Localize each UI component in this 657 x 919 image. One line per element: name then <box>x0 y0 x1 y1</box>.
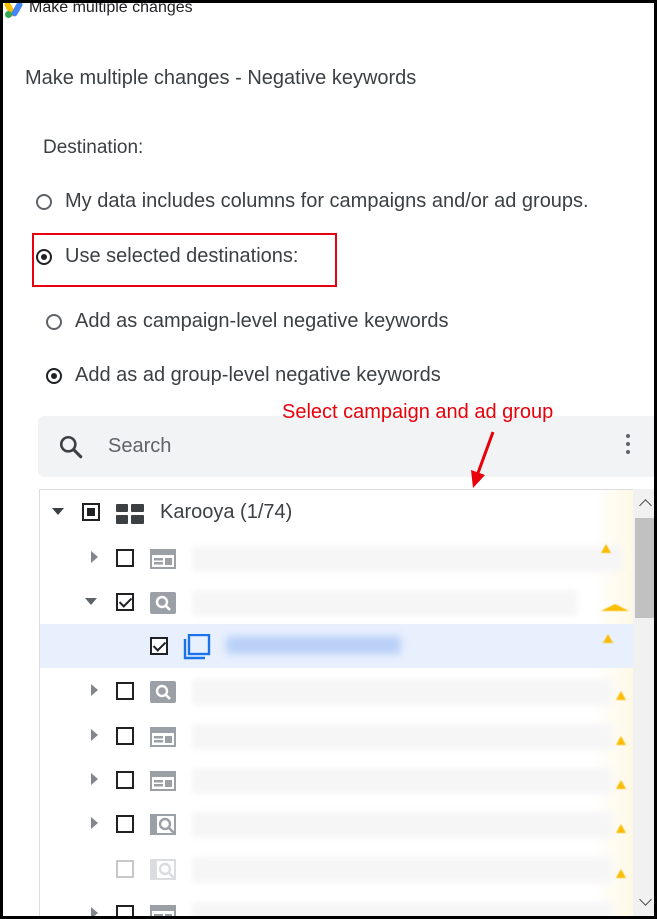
more-vert-icon[interactable] <box>626 434 630 458</box>
tree-checkbox[interactable] <box>116 682 134 700</box>
blurred-campaign-name <box>192 812 612 838</box>
expand-caret-icon[interactable] <box>91 684 98 696</box>
account-icon <box>116 504 144 524</box>
radio-campaign-level-option[interactable]: Add as campaign-level negative keywords <box>46 310 449 333</box>
scroll-down-icon[interactable] <box>639 893 652 906</box>
radio-button-checked[interactable] <box>46 367 62 384</box>
radio-label: Add as campaign-level negative keywords <box>75 310 449 332</box>
tree-row[interactable] <box>40 802 634 846</box>
blurred-campaign-name <box>192 902 612 916</box>
campaign-tree: Karooya (1/74) <box>39 489 654 916</box>
display-campaign-icon <box>150 905 176 916</box>
expand-caret-icon[interactable] <box>91 729 98 741</box>
display-campaign-icon <box>150 771 176 791</box>
tree-checkbox[interactable] <box>82 503 100 521</box>
tree-checkbox-checked[interactable] <box>150 637 168 655</box>
warning-icon <box>601 604 629 611</box>
blurred-campaign-name <box>192 724 612 750</box>
radio-button[interactable] <box>36 193 52 210</box>
search-campaign-icon <box>150 681 176 703</box>
display-campaign-icon <box>150 727 176 747</box>
radio-button[interactable] <box>46 313 62 330</box>
warning-icon <box>616 691 626 700</box>
search-campaign-icon <box>150 592 176 614</box>
dialog-window: Make multiple changes Make multiple chan… <box>0 0 657 919</box>
tree-root-label: Karooya (1/74) <box>160 501 293 523</box>
scroll-thumb[interactable] <box>635 518 654 618</box>
expand-caret-icon[interactable] <box>91 551 98 563</box>
google-ads-logo-icon <box>3 3 27 19</box>
warning-icon <box>603 634 613 643</box>
tree-row[interactable] <box>40 669 634 713</box>
tree-checkbox[interactable] <box>116 815 134 833</box>
tree-scrollbar[interactable] <box>633 489 654 916</box>
blurred-campaign-name <box>192 546 622 572</box>
expand-caret-icon[interactable] <box>91 817 98 829</box>
annotation-text: Select campaign and ad group <box>282 401 554 423</box>
tree-checkbox-checked[interactable] <box>116 593 134 611</box>
search-bar[interactable]: Search <box>38 416 654 477</box>
tree-row-disabled <box>40 847 634 891</box>
blurred-campaign-name <box>192 590 577 616</box>
radio-label: Add as ad group-level negative keywords <box>75 364 441 386</box>
tree-row-selected[interactable] <box>40 624 634 668</box>
warning-icon <box>616 824 626 833</box>
warning-icon <box>616 780 626 789</box>
expand-caret-icon[interactable] <box>85 598 97 605</box>
tree-checkbox-disabled <box>116 860 134 878</box>
search-network-campaign-icon <box>150 814 176 835</box>
tree-row[interactable] <box>40 536 634 580</box>
tree-checkbox[interactable] <box>116 727 134 745</box>
radio-ad-group-level-option[interactable]: Add as ad group-level negative keywords <box>46 364 441 387</box>
tree-row[interactable] <box>40 714 634 758</box>
tree-checkbox[interactable] <box>116 771 134 789</box>
ad-group-icon <box>183 634 211 660</box>
search-icon[interactable] <box>58 434 84 460</box>
tree-checkbox[interactable] <box>116 905 134 916</box>
blurred-ad-group-name <box>226 636 401 654</box>
warning-icon <box>616 869 626 878</box>
radio-label: My data includes columns for campaigns a… <box>65 190 589 212</box>
expand-caret-icon[interactable] <box>91 773 98 785</box>
tree-row[interactable] <box>40 758 634 802</box>
tree-checkbox[interactable] <box>116 549 134 567</box>
scroll-up-icon[interactable] <box>639 499 652 512</box>
warning-icon <box>616 736 626 745</box>
dialog-heading: Make multiple changes - Negative keyword… <box>25 67 417 89</box>
expand-caret-icon[interactable] <box>52 508 64 515</box>
blurred-campaign-name <box>192 679 612 705</box>
expand-caret-icon[interactable] <box>91 907 98 916</box>
search-network-campaign-icon <box>150 859 176 880</box>
highlight-box <box>32 233 337 287</box>
tree-root-row[interactable]: Karooya (1/74) <box>40 490 634 534</box>
blurred-campaign-name <box>192 768 612 794</box>
window-title: Make multiple changes <box>29 0 193 16</box>
title-bar: Make multiple changes <box>3 0 193 19</box>
tree-row[interactable] <box>40 892 634 916</box>
tree-row[interactable] <box>40 580 634 624</box>
radio-columns-option[interactable]: My data includes columns for campaigns a… <box>36 190 589 213</box>
annotation-arrow-icon <box>471 431 495 488</box>
warning-icon <box>601 544 611 553</box>
search-input[interactable]: Search <box>108 435 171 458</box>
display-campaign-icon <box>150 549 176 569</box>
destination-label: Destination: <box>43 137 144 158</box>
blurred-campaign-name <box>192 857 612 883</box>
